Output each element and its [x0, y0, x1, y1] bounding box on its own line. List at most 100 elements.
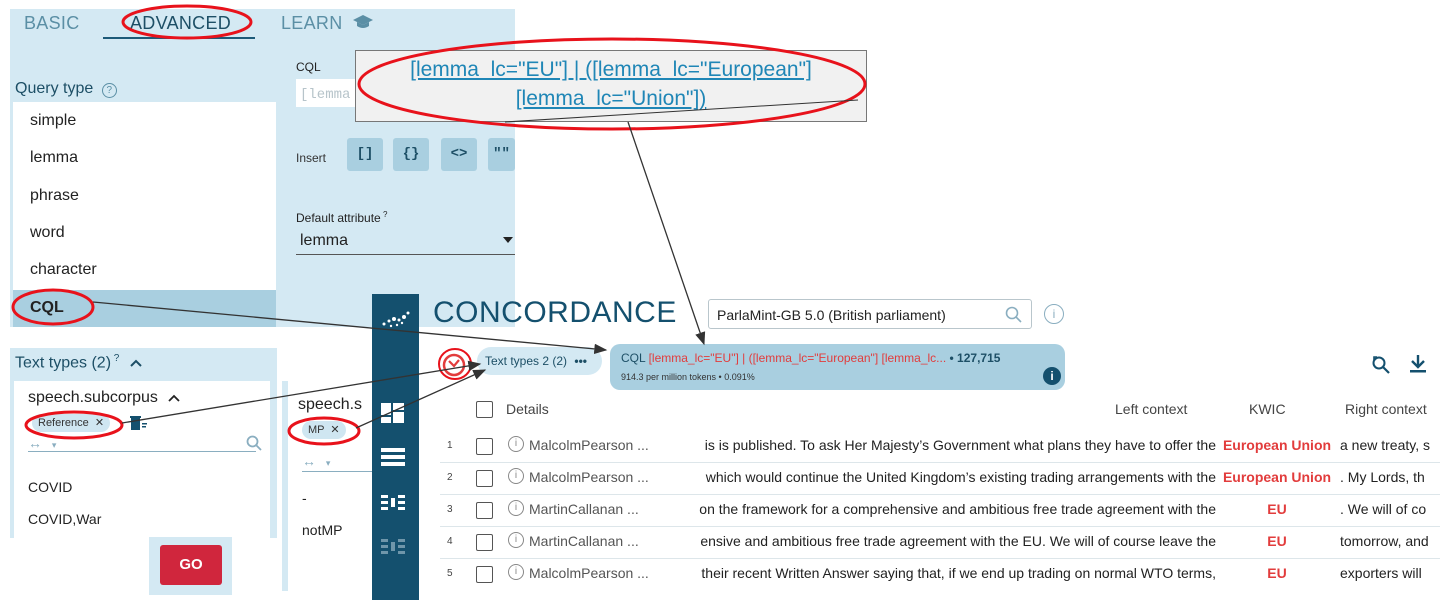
cql-query-pill[interactable]: CQL [lemma_lc="EU"] | ([lemma_lc="Europe…: [610, 344, 1065, 390]
row-right-context: tomorrow, and: [1340, 533, 1429, 549]
row-left-context: on the framework for a comprehensive and…: [699, 501, 1216, 517]
download-icon[interactable]: [1409, 354, 1427, 379]
row-number: 3: [447, 504, 453, 515]
corpus-name: ParlaMint-GB 5.0 (British parliament): [717, 307, 946, 323]
tab-learn[interactable]: LEARN: [281, 13, 374, 34]
search-icon[interactable]: [246, 435, 262, 456]
more-icon[interactable]: •••: [574, 354, 587, 368]
query-type-simple[interactable]: simple: [30, 112, 76, 130]
query-type-word[interactable]: word: [30, 224, 65, 242]
table-row[interactable]: 2 i MalcolmPearson ... which would conti…: [440, 462, 1440, 495]
corpus-selector[interactable]: ParlaMint-GB 5.0 (British parliament): [708, 299, 1032, 329]
arrows-horizontal-icon[interactable]: ↔ ▾: [302, 453, 330, 469]
row-number: 1: [447, 440, 453, 451]
arrows-horizontal-icon[interactable]: ↔ ▾: [28, 435, 56, 451]
table-row[interactable]: 1 i MalcolmPearson ... is is published. …: [440, 430, 1440, 463]
text-types-panel: Text types (2) ? speech.subcorpus Refere…: [10, 348, 277, 541]
text-types-header[interactable]: Text types (2) ?: [15, 353, 142, 372]
table-row[interactable]: 4 i MartinCallanan ... ensive and ambiti…: [440, 526, 1440, 559]
cql-field-label: CQL: [296, 60, 321, 74]
cql-input-placeholder: [lemma: [300, 87, 351, 103]
search-icon[interactable]: [1005, 306, 1022, 323]
column-left-context: Left context: [1115, 401, 1188, 417]
filter-divider: [302, 471, 380, 472]
query-type-cql[interactable]: CQL: [13, 290, 276, 327]
list-icon[interactable]: [380, 446, 410, 468]
logo-icon[interactable]: [380, 308, 410, 330]
query-type-label: Query type ?: [15, 80, 117, 98]
info-icon[interactable]: i: [1043, 367, 1061, 385]
table-row[interactable]: 3 i MartinCallanan ... on the framework …: [440, 494, 1440, 527]
cql-query-zoom-box: [lemma_lc="EU"] | ([lemma_lc="European"]…: [355, 50, 867, 122]
row-kwic[interactable]: European Union: [1220, 469, 1334, 485]
subcorpus-value-covid[interactable]: COVID: [28, 479, 72, 495]
insert-label: Insert: [296, 151, 327, 165]
row-checkbox[interactable]: [476, 438, 493, 455]
row-checkbox[interactable]: [476, 502, 493, 519]
close-icon[interactable]: ✕: [330, 424, 339, 436]
text-types-pill-label: Text types 2 (2) •••: [485, 354, 587, 368]
default-attribute-value: lemma: [300, 232, 349, 249]
cql-pill-query: CQL [lemma_lc="EU"] | ([lemma_lc="Europe…: [621, 351, 1001, 365]
row-kwic[interactable]: European Union: [1220, 437, 1334, 453]
insert-quotes-button[interactable]: "": [488, 138, 515, 171]
tab-advanced[interactable]: ADVANCED: [130, 13, 231, 34]
chevron-down-icon: [503, 237, 513, 243]
go-button[interactable]: GO: [160, 545, 222, 585]
info-icon[interactable]: i: [508, 468, 524, 484]
row-details[interactable]: MalcolmPearson ...: [529, 437, 649, 453]
page-title: CONCORDANCE: [433, 296, 677, 329]
select-all-checkbox[interactable]: [476, 401, 493, 418]
speaker-attribute-card: speech.s MP ✕ ↔ ▾ - notMP: [282, 381, 380, 591]
query-type-phrase[interactable]: phrase: [30, 187, 79, 205]
trash-icon[interactable]: [130, 415, 148, 436]
row-details[interactable]: MartinCallanan ...: [529, 501, 639, 517]
parallel-concordance-icon[interactable]: [380, 536, 410, 558]
results-table-header: Details Left context KWIC Right context: [440, 396, 1440, 424]
row-details[interactable]: MalcolmPearson ...: [529, 469, 649, 485]
row-checkbox[interactable]: [476, 566, 493, 583]
row-checkbox[interactable]: [476, 470, 493, 487]
insert-braces-button[interactable]: {}: [393, 138, 429, 171]
default-attribute-select[interactable]: lemma: [296, 227, 515, 255]
column-right-context: Right context: [1345, 401, 1427, 417]
insert-angle-button[interactable]: <>: [441, 138, 477, 171]
subcorpus-value-covid-war[interactable]: COVID,War: [28, 511, 101, 527]
dashboard-icon[interactable]: [380, 402, 410, 424]
info-icon[interactable]: i: [508, 500, 524, 516]
table-row[interactable]: 5 i MalcolmPearson ... their recent Writ…: [440, 558, 1440, 590]
info-icon[interactable]: i: [508, 436, 524, 452]
row-kwic[interactable]: EU: [1220, 501, 1334, 517]
close-icon[interactable]: ✕: [95, 417, 104, 429]
query-type-lemma[interactable]: lemma: [30, 149, 78, 167]
speaker-attribute: speech.s: [298, 396, 363, 413]
help-icon[interactable]: ?: [101, 83, 117, 98]
query-type-character[interactable]: character: [30, 261, 97, 279]
chevron-up-icon[interactable]: [130, 359, 142, 368]
speaker-value-dash[interactable]: -: [302, 490, 307, 506]
row-number: 4: [447, 536, 453, 547]
text-types-filter-pill[interactable]: Text types 2 (2) •••: [477, 347, 602, 375]
zoom-search-icon[interactable]: [1371, 355, 1391, 380]
default-attribute-label: Default attribute ?: [296, 210, 388, 225]
row-left-context: their recent Written Answer saying that,…: [701, 565, 1216, 581]
row-kwic[interactable]: EU: [1220, 533, 1334, 549]
tab-basic[interactable]: BASIC: [24, 13, 80, 34]
row-kwic[interactable]: EU: [1220, 565, 1334, 581]
info-icon[interactable]: i: [508, 564, 524, 580]
info-icon[interactable]: i: [508, 532, 524, 548]
subcorpus-card: speech.subcorpus Reference ✕ ↔ ▾ COVID C…: [14, 381, 270, 541]
row-right-context: a new treaty, s: [1340, 437, 1431, 453]
clear-filter-icon[interactable]: [441, 352, 467, 383]
cql-query-text: [lemma_lc="EU"] | ([lemma_lc="European"]…: [410, 58, 812, 110]
concordance-icon[interactable]: [380, 492, 410, 514]
speaker-value-notmp[interactable]: notMP: [302, 522, 342, 538]
column-kwic: KWIC: [1249, 401, 1286, 417]
info-icon[interactable]: i: [1044, 304, 1064, 324]
row-checkbox[interactable]: [476, 534, 493, 551]
chevron-up-icon[interactable]: [168, 394, 180, 402]
side-navigation: [372, 294, 419, 600]
insert-brackets-button[interactable]: []: [347, 138, 383, 171]
row-details[interactable]: MartinCallanan ...: [529, 533, 639, 549]
row-details[interactable]: MalcolmPearson ...: [529, 565, 649, 581]
